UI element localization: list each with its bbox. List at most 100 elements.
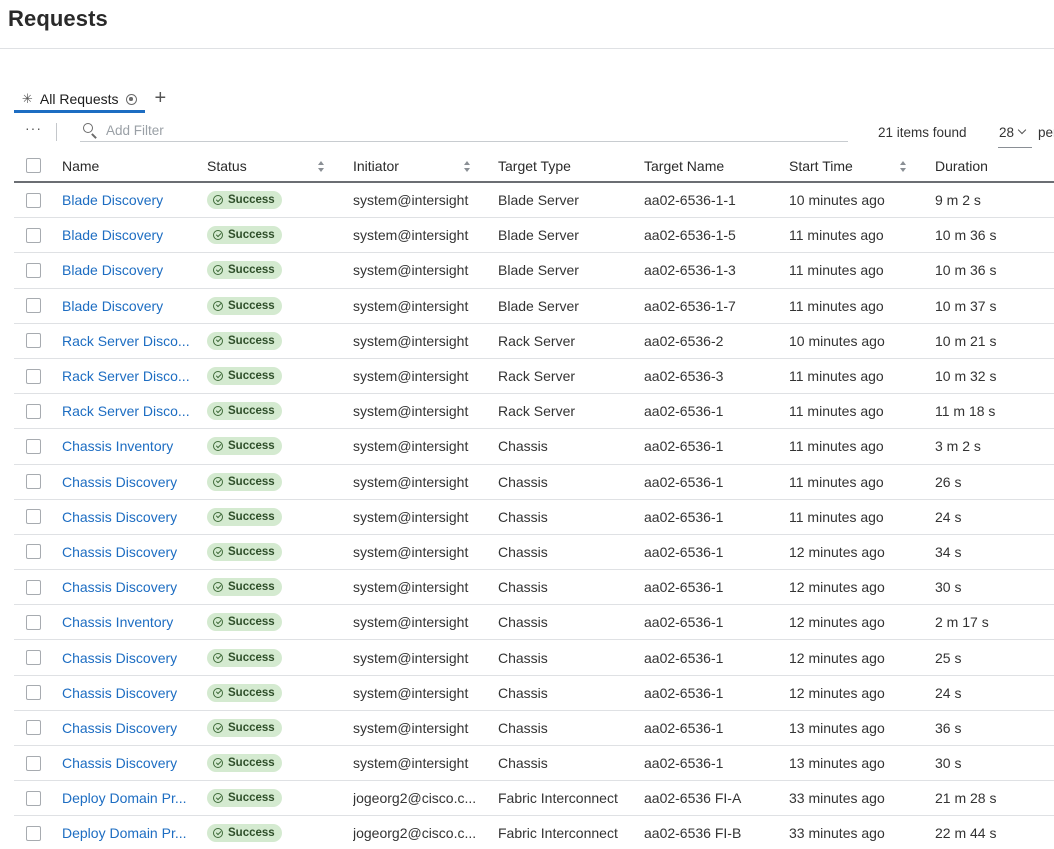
- request-name-link[interactable]: Blade Discovery: [62, 218, 194, 252]
- row-checkbox[interactable]: [26, 298, 41, 314]
- status-cell: Success: [207, 183, 327, 217]
- sort-icon[interactable]: [318, 161, 324, 173]
- target-name-cell: aa02-6536-1: [644, 719, 724, 736]
- status-badge: Success: [207, 542, 282, 561]
- initiator-cell: system@intersight: [353, 508, 469, 525]
- target-name-cell: aa02-6536-1: [644, 403, 724, 420]
- table-row[interactable]: Blade Discovery Success system@intersight B…: [14, 218, 1054, 254]
- row-checkbox[interactable]: [26, 685, 41, 701]
- table-row[interactable]: Chassis Discovery Success system@intersigh…: [14, 465, 1054, 500]
- request-name-link[interactable]: Chassis Discovery: [62, 570, 194, 604]
- status-badge: Success: [207, 578, 282, 597]
- column-header-duration[interactable]: Duration: [935, 150, 1045, 181]
- status-label: Success: [228, 792, 275, 805]
- row-checkbox[interactable]: [26, 825, 41, 841]
- target-name-cell: aa02-6536-3: [644, 368, 724, 385]
- request-name-link[interactable]: Deploy Domain Pr...: [62, 816, 194, 849]
- row-select-cell: [26, 253, 42, 287]
- request-name-link[interactable]: Chassis Discovery: [62, 535, 194, 569]
- row-checkbox[interactable]: [26, 579, 41, 595]
- row-checkbox[interactable]: [26, 474, 41, 490]
- row-checkbox[interactable]: [26, 227, 41, 243]
- table-row[interactable]: Chassis Discovery Success system@intersigh…: [14, 746, 1054, 782]
- status-badge: Success: [207, 754, 282, 773]
- status-cell: Success: [207, 640, 327, 674]
- row-checkbox[interactable]: [26, 262, 41, 278]
- table-row[interactable]: Chassis Inventory Success system@intersigh…: [14, 605, 1054, 641]
- select-all-checkbox[interactable]: [26, 158, 41, 173]
- start-time-cell: 12 minutes ago: [789, 543, 885, 560]
- request-name-link[interactable]: Chassis Inventory: [62, 605, 194, 639]
- column-header-status[interactable]: Status: [207, 150, 327, 181]
- table-row[interactable]: Rack Server Disco... Success system@inters…: [14, 359, 1054, 395]
- table-row[interactable]: Chassis Discovery Success system@intersigh…: [14, 676, 1054, 711]
- request-name-link[interactable]: Rack Server Disco...: [62, 359, 194, 393]
- target-name-cell: aa02-6536-1-5: [644, 227, 736, 244]
- row-checkbox[interactable]: [26, 720, 41, 736]
- table-row[interactable]: Rack Server Disco... Success system@inters…: [14, 324, 1054, 359]
- request-name-link[interactable]: Rack Server Disco...: [62, 394, 194, 428]
- column-header-target-name[interactable]: Target Name: [644, 150, 779, 181]
- row-checkbox[interactable]: [26, 333, 41, 349]
- row-checkbox[interactable]: [26, 438, 41, 454]
- row-checkbox[interactable]: [26, 192, 41, 208]
- request-name-link[interactable]: Chassis Discovery: [62, 711, 194, 745]
- pin-icon[interactable]: [125, 93, 137, 105]
- request-name-link[interactable]: Blade Discovery: [62, 183, 194, 217]
- request-name-link[interactable]: Chassis Discovery: [62, 465, 194, 499]
- start-time-cell: 13 minutes ago: [789, 755, 885, 772]
- initiator-cell: system@intersight: [353, 755, 469, 772]
- row-checkbox[interactable]: [26, 509, 41, 525]
- table-row[interactable]: Deploy Domain Pr... Success jogeorg2@cisco…: [14, 781, 1054, 817]
- row-checkbox[interactable]: [26, 755, 41, 771]
- target-name-cell: aa02-6536-1-1: [644, 192, 736, 209]
- request-name-link[interactable]: Chassis Inventory: [62, 429, 194, 463]
- row-checkbox[interactable]: [26, 403, 41, 419]
- table-row[interactable]: Chassis Discovery Success system@intersigh…: [14, 570, 1054, 606]
- request-name-link[interactable]: Blade Discovery: [62, 289, 194, 323]
- column-header-name[interactable]: Name: [62, 150, 194, 181]
- table-row[interactable]: Chassis Discovery Success system@intersigh…: [14, 500, 1054, 535]
- row-checkbox[interactable]: [26, 368, 41, 384]
- request-name-link[interactable]: Blade Discovery: [62, 253, 194, 287]
- table-row[interactable]: Chassis Discovery Success system@intersigh…: [14, 711, 1054, 746]
- duration-cell: 10 m 21 s: [935, 332, 997, 349]
- column-header-start-time[interactable]: Start Time: [789, 150, 909, 181]
- table-row[interactable]: Rack Server Disco... Success system@inters…: [14, 394, 1054, 430]
- add-filter-input[interactable]: [106, 120, 806, 140]
- request-name-link[interactable]: Chassis Discovery: [62, 676, 194, 710]
- request-name-link[interactable]: Chassis Discovery: [62, 640, 194, 674]
- table-row[interactable]: Chassis Discovery Success system@intersigh…: [14, 535, 1054, 571]
- more-actions-icon[interactable]: ···: [25, 120, 42, 136]
- add-tab-icon[interactable]: +: [155, 88, 167, 108]
- request-name-link[interactable]: Chassis Discovery: [62, 746, 194, 780]
- tab-all-requests[interactable]: ✳ All Requests: [14, 88, 145, 113]
- row-select-cell: [26, 676, 42, 710]
- start-time-cell: 10 minutes ago: [789, 332, 885, 349]
- initiator-cell: system@intersight: [353, 227, 469, 244]
- request-name-link[interactable]: Rack Server Disco...: [62, 324, 194, 358]
- per-page-value: 28: [999, 125, 1015, 140]
- sort-icon[interactable]: [900, 161, 906, 173]
- page-header: Requests: [0, 0, 1054, 49]
- table-row[interactable]: Blade Discovery Success system@intersight B…: [14, 183, 1054, 219]
- column-header-target-type[interactable]: Target Type: [498, 150, 633, 181]
- row-checkbox[interactable]: [26, 790, 41, 806]
- table-row[interactable]: Chassis Discovery Success system@intersigh…: [14, 640, 1054, 676]
- status-label: Success: [228, 651, 275, 664]
- request-name-link[interactable]: Chassis Discovery: [62, 500, 194, 534]
- row-select-cell: [26, 605, 42, 639]
- request-name-link[interactable]: Deploy Domain Pr...: [62, 781, 194, 815]
- row-checkbox[interactable]: [26, 544, 41, 560]
- table-row[interactable]: Chassis Inventory Success system@intersigh…: [14, 429, 1054, 465]
- row-checkbox[interactable]: [26, 614, 41, 630]
- row-checkbox[interactable]: [26, 650, 41, 666]
- status-badge: Success: [207, 437, 282, 456]
- table-row[interactable]: Blade Discovery Success system@intersight B…: [14, 289, 1054, 324]
- per-page-select[interactable]: 28: [998, 122, 1032, 148]
- row-select-cell: [26, 746, 42, 780]
- table-row[interactable]: Deploy Domain Pr... Success jogeorg2@cisco…: [14, 816, 1054, 849]
- sort-icon[interactable]: [464, 161, 470, 173]
- status-label: Success: [228, 827, 275, 840]
- table-row[interactable]: Blade Discovery Success system@intersight B…: [14, 253, 1054, 289]
